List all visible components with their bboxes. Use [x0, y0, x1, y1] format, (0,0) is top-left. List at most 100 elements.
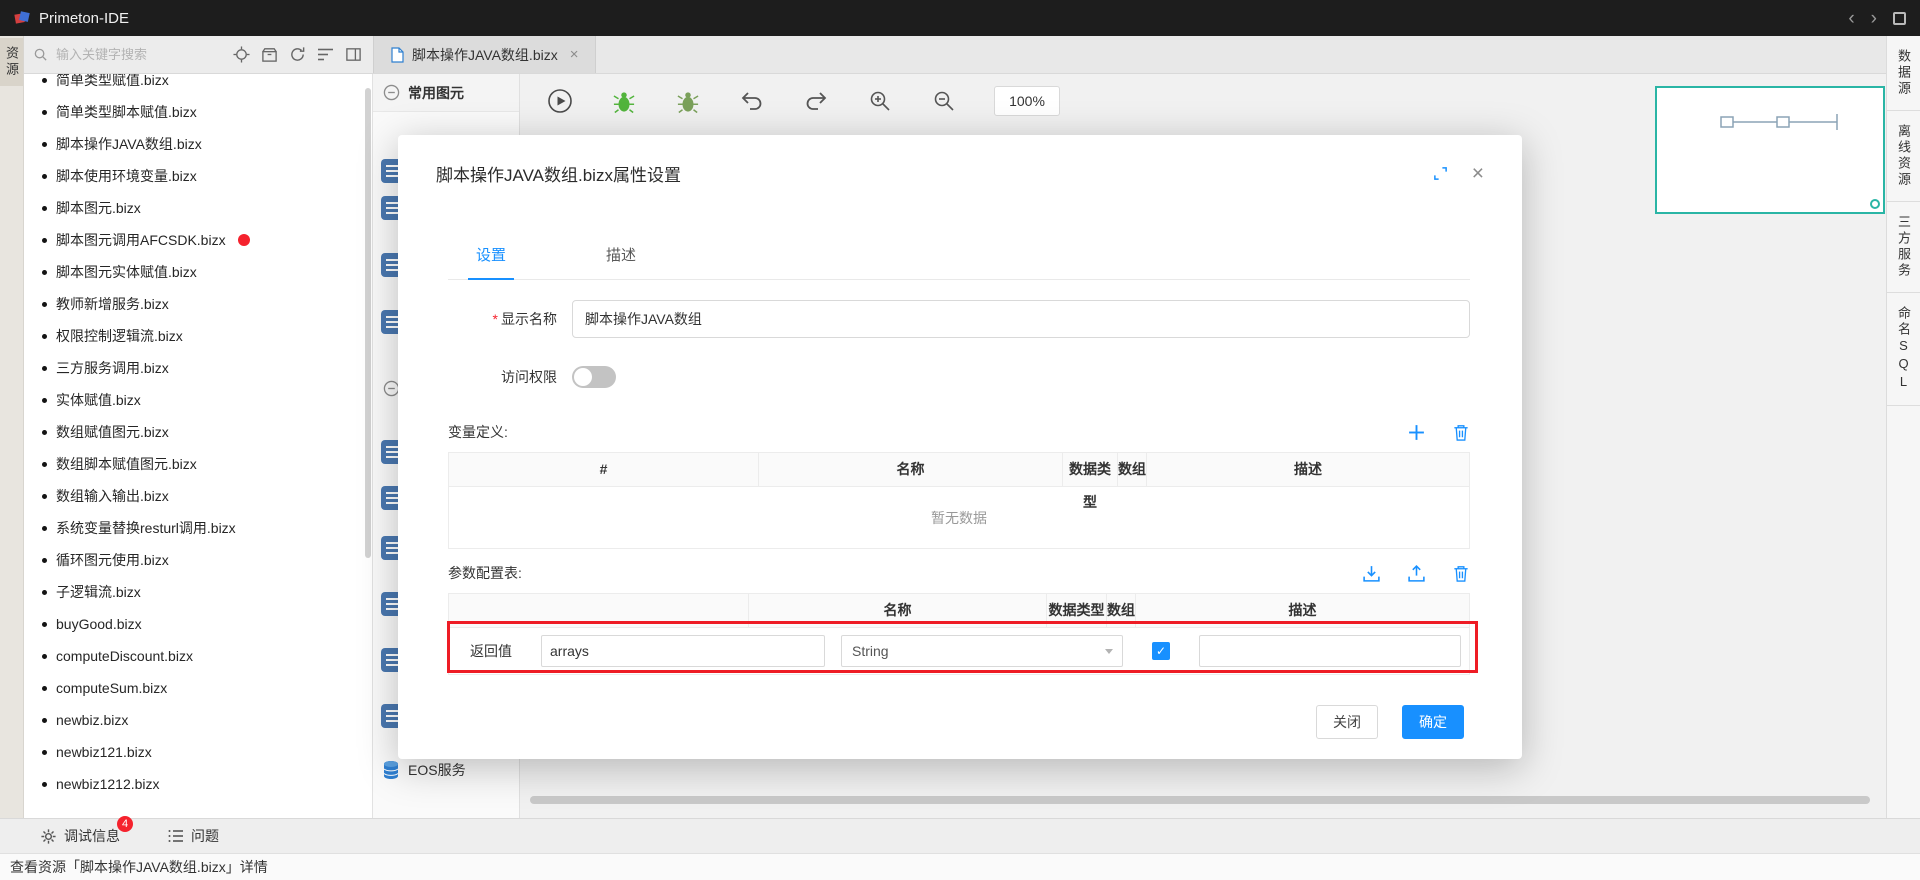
database-icon: [381, 760, 401, 780]
tree-item[interactable]: 脚本图元实体赋值.bizx: [24, 256, 372, 288]
restore-window-icon[interactable]: [1893, 12, 1906, 25]
tree-item[interactable]: computeSum.bizx: [24, 672, 372, 704]
tree-item[interactable]: newbiz121.bizx: [24, 736, 372, 768]
search-icon: [33, 47, 48, 62]
tree-item[interactable]: 教师新增服务.bizx: [24, 288, 372, 320]
tree-item[interactable]: 子逻辑流.bizx: [24, 576, 372, 608]
collapse-group-icon[interactable]: [383, 84, 400, 101]
minimap[interactable]: [1655, 86, 1885, 214]
tree-item-label: computeSum.bizx: [56, 680, 167, 696]
param-desc-input[interactable]: [1199, 635, 1461, 667]
tree-item[interactable]: 脚本图元.bizx: [24, 192, 372, 224]
bullet-icon: [42, 782, 47, 787]
rail-tab-resources[interactable]: 资源: [0, 38, 23, 86]
tree-item[interactable]: 数组输入输出.bizx: [24, 480, 372, 512]
canvas-toolbar: 100%: [546, 84, 1060, 118]
params-section-header: 参数配置表:: [448, 563, 1470, 583]
nav-forward-icon[interactable]: ›: [1871, 9, 1877, 28]
param-type-select[interactable]: String: [841, 635, 1123, 667]
bullet-icon: [42, 654, 47, 659]
dialog-body: *显示名称 访问权限 变量定义:: [398, 300, 1522, 675]
right-rail-item[interactable]: 三方服务: [1887, 202, 1920, 293]
param-name-input[interactable]: [541, 635, 825, 667]
debug-info-item[interactable]: 调试信息 4: [40, 826, 120, 846]
tree-item[interactable]: buyGood.bizx: [24, 608, 372, 640]
bullet-icon: [42, 238, 47, 243]
tree-item-label: 循环图元使用.bizx: [56, 550, 169, 570]
param-array-checkbox[interactable]: [1152, 642, 1170, 660]
palette-item-label: EOS服务: [408, 760, 466, 780]
tree-item[interactable]: newbiz1212.bizx: [24, 768, 372, 800]
bullet-icon: [42, 270, 47, 275]
zoom-in-icon[interactable]: [866, 90, 894, 112]
close-button[interactable]: 关闭: [1316, 705, 1378, 739]
run-icon[interactable]: [546, 88, 574, 114]
status-bar: 查看资源「脚本操作JAVA数组.bizx」详情: [0, 853, 1920, 880]
import-icon[interactable]: [1362, 564, 1381, 583]
canvas-hscrollbar[interactable]: [530, 796, 1870, 804]
nav-back-icon[interactable]: ‹: [1848, 9, 1854, 28]
palette-item-eos[interactable]: EOS服务: [381, 760, 466, 780]
tree-item[interactable]: 数组脚本赋值图元.bizx: [24, 448, 372, 480]
problems-item[interactable]: 问题: [168, 826, 219, 846]
tree-item[interactable]: 脚本操作JAVA数组.bizx: [24, 128, 372, 160]
tree-item-label: 教师新增服务.bizx: [56, 294, 169, 314]
tree-item[interactable]: 简单类型赋值.bizx: [24, 74, 372, 96]
tree-item-label: 脚本图元调用AFCSDK.bizx: [56, 230, 226, 250]
minimap-handle[interactable]: [1870, 199, 1880, 209]
panel-icon[interactable]: [345, 46, 362, 63]
table-header-cell: 描述: [1147, 453, 1469, 486]
zoom-out-icon[interactable]: [930, 90, 958, 112]
right-rail-item[interactable]: 命名SQL: [1887, 293, 1920, 406]
tab-close-icon[interactable]: ×: [570, 46, 579, 63]
dialog-header: 脚本操作JAVA数组.bizx属性设置 ×: [398, 135, 1522, 186]
export-icon[interactable]: [1407, 564, 1426, 583]
locate-icon[interactable]: [233, 46, 250, 63]
add-variable-icon[interactable]: [1407, 423, 1426, 442]
tree-item[interactable]: 三方服务调用.bizx: [24, 352, 372, 384]
param-category: 返回值: [449, 628, 533, 674]
table-header-cell: 名称: [759, 453, 1063, 486]
dialog-tabs: 设置 描述: [448, 232, 1470, 280]
tree-item[interactable]: 脚本使用环境变量.bizx: [24, 160, 372, 192]
table-header-cell: [449, 594, 749, 627]
delete-param-icon[interactable]: [1452, 564, 1470, 583]
dialog-expand-icon[interactable]: [1433, 166, 1448, 181]
dialog-close-icon[interactable]: ×: [1472, 163, 1484, 184]
redo-icon[interactable]: [802, 91, 830, 111]
tree-item[interactable]: 简单类型脚本赋值.bizx: [24, 96, 372, 128]
debug-run-icon[interactable]: [610, 89, 638, 114]
right-rail-item-label: 离线资源: [1894, 124, 1913, 188]
refresh-icon[interactable]: [289, 46, 306, 63]
bullet-icon: [42, 494, 47, 499]
archive-icon[interactable]: [261, 46, 278, 63]
debug-step-icon[interactable]: [674, 89, 702, 114]
tree-item[interactable]: 数组赋值图元.bizx: [24, 416, 372, 448]
tab-settings[interactable]: 设置: [474, 232, 508, 279]
zoom-level[interactable]: 100%: [994, 86, 1060, 116]
titlebar: Primeton-IDE ‹ ›: [0, 0, 1920, 36]
display-name-input[interactable]: [572, 300, 1470, 338]
tree-item[interactable]: 循环图元使用.bizx: [24, 544, 372, 576]
undo-icon[interactable]: [738, 91, 766, 111]
access-toggle[interactable]: [572, 366, 616, 388]
tree-item[interactable]: 权限控制逻辑流.bizx: [24, 320, 372, 352]
search-input[interactable]: [54, 46, 227, 63]
tree-item[interactable]: 实体赋值.bizx: [24, 384, 372, 416]
tree-item[interactable]: 系统变量替换resturl调用.bizx: [24, 512, 372, 544]
tree-item[interactable]: computeDiscount.bizx: [24, 640, 372, 672]
tree-item[interactable]: newbiz.bizx: [24, 704, 372, 736]
tree-item[interactable]: 脚本图元调用AFCSDK.bizx: [24, 224, 372, 256]
tree-item-label: 数组脚本赋值图元.bizx: [56, 454, 197, 474]
editor-tab[interactable]: 脚本操作JAVA数组.bizx ×: [373, 36, 596, 73]
confirm-button[interactable]: 确定: [1402, 705, 1464, 739]
sort-icon[interactable]: [317, 47, 334, 62]
dialog-title: 脚本操作JAVA数组.bizx属性设置: [436, 161, 1433, 186]
bullet-icon: [42, 366, 47, 371]
tab-description[interactable]: 描述: [604, 232, 638, 279]
right-rail-item[interactable]: 离线资源: [1887, 111, 1920, 202]
right-rail-item[interactable]: 数据源: [1887, 36, 1920, 111]
tree-scrollbar[interactable]: [365, 88, 371, 558]
delete-variable-icon[interactable]: [1452, 423, 1470, 442]
table-header-cell: #: [449, 453, 759, 486]
